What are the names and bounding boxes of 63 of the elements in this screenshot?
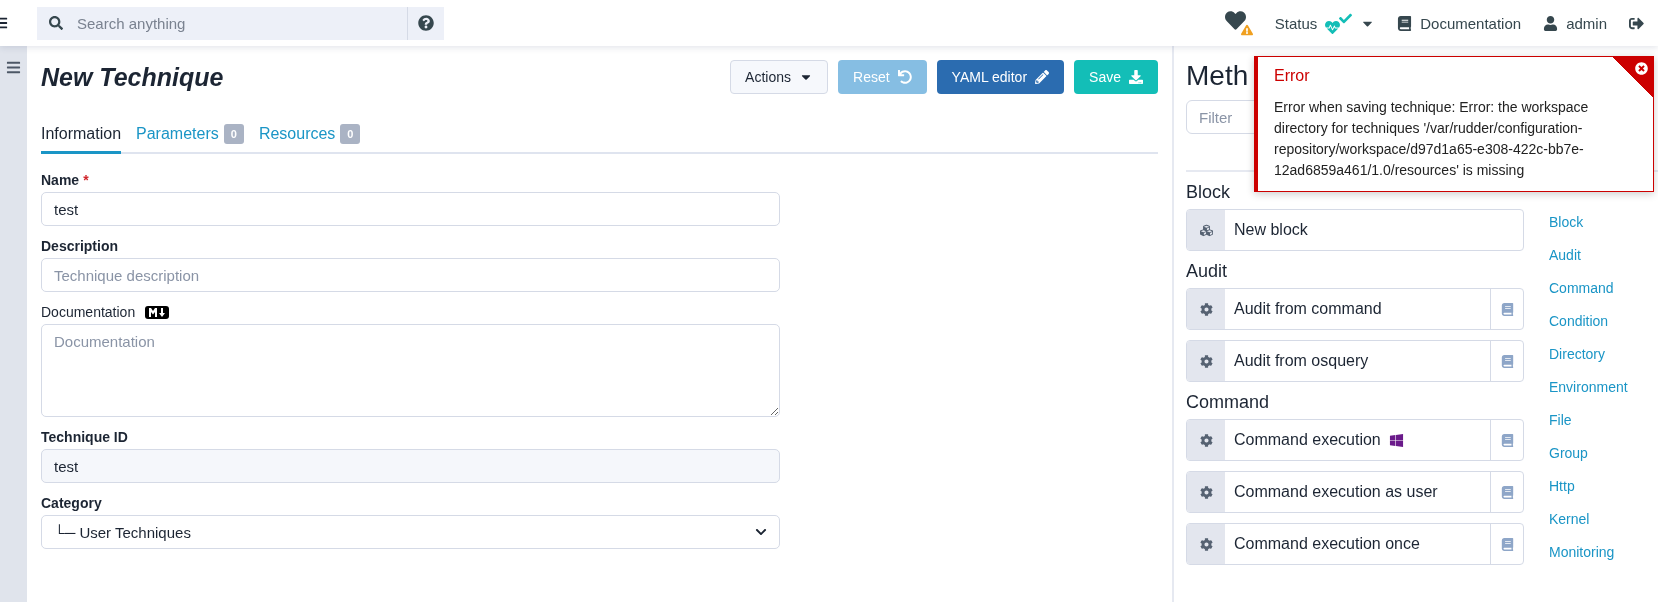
toast-title: Error bbox=[1274, 67, 1311, 85]
group-heading: Block bbox=[1186, 182, 1231, 203]
tab[interactable]: Information bbox=[41, 118, 122, 154]
method-item[interactable]: Command execution once bbox=[1186, 523, 1524, 565]
heart-warning-icon[interactable] bbox=[1224, 10, 1253, 36]
category-link[interactable]: Environment bbox=[1549, 379, 1628, 400]
category-link[interactable]: Http bbox=[1549, 478, 1628, 499]
field-label: Description bbox=[41, 238, 118, 254]
gear-icon bbox=[1187, 524, 1225, 564]
category-link[interactable]: Block bbox=[1549, 214, 1628, 235]
category-link[interactable]: Monitoring bbox=[1549, 544, 1628, 565]
category-select[interactable]: └─ User Techniques bbox=[41, 515, 780, 549]
method-item[interactable]: Audit from command bbox=[1186, 288, 1524, 330]
undo-icon bbox=[897, 70, 912, 84]
toast-message: Error when saving technique: Error: the workspace directory for techniques '/var/rudder/configuration-repository/workspace/d97d1a65-e308-422c-bb7e-12ad6859a461/1.0/resources' is missing bbox=[1274, 98, 1590, 180]
category-link[interactable]: Condition bbox=[1549, 313, 1628, 334]
category-link[interactable]: Group bbox=[1549, 445, 1628, 466]
category-link[interactable]: File bbox=[1549, 412, 1628, 433]
heartbeat-check-icon bbox=[1325, 11, 1353, 35]
method-item[interactable]: Audit from osquery bbox=[1186, 340, 1524, 382]
field-label: Documentation bbox=[41, 304, 136, 320]
menu-button[interactable]: Actions bbox=[730, 60, 828, 94]
user-icon bbox=[1543, 15, 1559, 31]
download-icon bbox=[1129, 70, 1143, 84]
tab[interactable]: Parameters 0 bbox=[136, 118, 244, 154]
required-mark: * bbox=[83, 172, 89, 188]
method-item[interactable]: Command execution bbox=[1186, 419, 1524, 461]
count-badge: 0 bbox=[340, 124, 361, 144]
input-field[interactable]: Technique description bbox=[41, 258, 780, 292]
search-input[interactable]: Search anything bbox=[75, 13, 407, 33]
gear-icon bbox=[1187, 289, 1225, 329]
chevron-down-icon bbox=[755, 526, 767, 538]
field-label: Name bbox=[41, 172, 80, 188]
documentation-link[interactable]: Documentation bbox=[1397, 14, 1522, 32]
gear-icon bbox=[1187, 420, 1225, 460]
category-link[interactable]: Kernel bbox=[1549, 511, 1628, 532]
book-icon bbox=[1397, 15, 1413, 31]
cubes-icon bbox=[1187, 210, 1225, 250]
pencil-icon bbox=[1035, 70, 1050, 84]
category-link[interactable]: Audit bbox=[1549, 247, 1628, 268]
search-field[interactable]: Search anything bbox=[37, 6, 444, 40]
category-link[interactable]: Command bbox=[1549, 280, 1628, 301]
method-item[interactable]: New block bbox=[1186, 209, 1524, 251]
field-label: Category bbox=[41, 495, 102, 511]
user-link[interactable]: admin bbox=[1543, 14, 1607, 32]
panel-title: Meth bbox=[1186, 60, 1249, 92]
count-badge: 0 bbox=[223, 124, 244, 144]
gear-icon bbox=[1187, 341, 1225, 381]
gear-icon bbox=[1187, 472, 1225, 512]
category-link[interactable]: Directory bbox=[1549, 346, 1628, 367]
logout-icon[interactable] bbox=[1629, 15, 1644, 31]
group-heading: Audit bbox=[1186, 261, 1229, 282]
close-icon[interactable] bbox=[1635, 62, 1648, 75]
page-title: New Technique bbox=[41, 62, 225, 92]
field-label: Technique ID bbox=[41, 429, 128, 445]
yaml-button[interactable]: YAML editor bbox=[936, 60, 1065, 94]
input-field[interactable]: test bbox=[41, 192, 780, 226]
method-item[interactable]: Command execution as user bbox=[1186, 471, 1524, 513]
input-field[interactable]: test bbox=[41, 449, 780, 483]
status-menu[interactable]: Status bbox=[1274, 11, 1376, 35]
documentation-field[interactable]: Documentation bbox=[41, 324, 780, 417]
group-heading: Command bbox=[1186, 392, 1271, 413]
tab[interactable]: Resources 0 bbox=[258, 118, 361, 154]
